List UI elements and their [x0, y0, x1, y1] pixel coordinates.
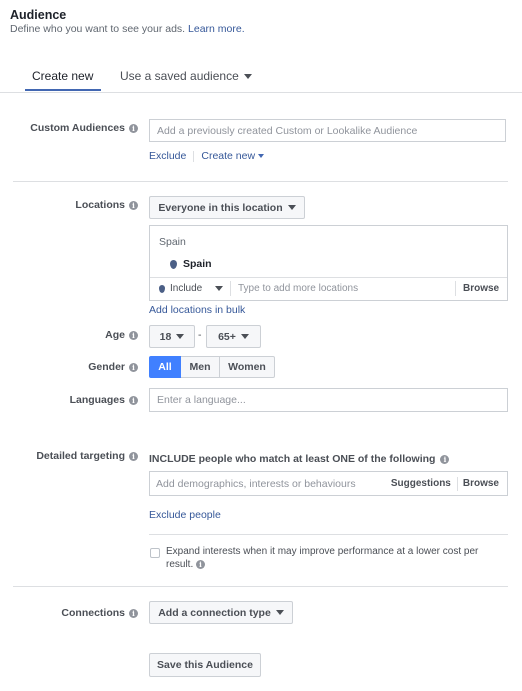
- custom-audience-placeholder: Add a previously created Custom or Looka…: [157, 124, 418, 137]
- section-title: Audience: [10, 8, 67, 22]
- location-type-dropdown[interactable]: Everyone in this location: [149, 196, 305, 219]
- age-range-dash: -: [198, 329, 202, 341]
- chevron-down-icon: [215, 286, 224, 291]
- expand-interests-checkbox[interactable]: [150, 548, 160, 558]
- info-icon[interactable]: i: [129, 608, 138, 618]
- chevron-down-icon: [176, 334, 185, 339]
- subtitle-text: Define who you want to see your ads.: [10, 23, 186, 35]
- add-locations-bulk-link[interactable]: Add locations in bulk: [149, 304, 245, 316]
- location-search-input[interactable]: Type to add more locations: [238, 283, 358, 294]
- detailed-targeting-label: Detailed targeting i: [10, 450, 138, 462]
- info-icon[interactable]: i: [440, 454, 450, 464]
- link-separator: [193, 150, 195, 162]
- exclude-people-link[interactable]: Exclude people: [149, 509, 221, 521]
- include-label: Include: [170, 283, 203, 294]
- language-placeholder: Enter a language...: [157, 394, 246, 406]
- language-input[interactable]: Enter a language...: [149, 388, 508, 412]
- targeting-browse-button[interactable]: Browse: [458, 478, 507, 489]
- tab-saved-label: Use a saved audience: [120, 69, 239, 83]
- info-icon[interactable]: i: [129, 362, 138, 372]
- info-icon[interactable]: i: [129, 123, 138, 133]
- locations-label-text: Locations: [75, 199, 125, 211]
- custom-audience-actions: Exclude Create new: [149, 150, 265, 162]
- chevron-down-icon: [275, 610, 284, 615]
- gender-all-button[interactable]: All: [149, 356, 181, 378]
- age-min-dropdown[interactable]: 18: [149, 325, 195, 348]
- detailed-targeting-placeholder: Add demographics, interests or behaviour…: [156, 477, 356, 490]
- connection-type-dropdown[interactable]: Add a connection type: [149, 601, 293, 624]
- gender-men-button[interactable]: Men: [181, 356, 220, 378]
- gender-label-text: Gender: [88, 361, 125, 373]
- age-max-dropdown[interactable]: 65+: [206, 325, 261, 348]
- chevron-down-icon: [258, 154, 265, 159]
- languages-label-text: Languages: [69, 394, 125, 406]
- selected-location[interactable]: Spain: [170, 258, 212, 270]
- age-max-value: 65+: [218, 330, 236, 343]
- location-pin-icon: [159, 284, 165, 293]
- suggestions-button[interactable]: Suggestions: [385, 478, 457, 489]
- expand-interests-label: Expand interests when it may improve per…: [166, 546, 501, 571]
- connection-type-label: Add a connection type: [158, 606, 271, 619]
- include-separator: [230, 281, 231, 296]
- connections-label-text: Connections: [61, 607, 125, 619]
- targeting-divider: [149, 534, 508, 535]
- detailed-targeting-label-text: Detailed targeting: [36, 450, 125, 462]
- expand-interests-text: Expand interests when it may improve per…: [166, 546, 479, 570]
- info-icon[interactable]: i: [129, 451, 138, 461]
- chevron-down-icon: [240, 334, 249, 339]
- include-dropdown[interactable]: Include: [159, 283, 224, 294]
- tab-saved-audience[interactable]: Use a saved audience: [120, 69, 252, 83]
- chevron-down-icon: [287, 205, 296, 210]
- section-divider: [13, 586, 508, 587]
- include-criteria-text: INCLUDE people who match at least ONE of…: [149, 453, 436, 465]
- create-new-dropdown[interactable]: Create new: [201, 150, 265, 162]
- locations-label: Locations i: [10, 199, 138, 211]
- custom-audiences-label-text: Custom Audiences: [30, 122, 125, 134]
- info-icon[interactable]: i: [129, 200, 138, 210]
- tab-divider: [0, 92, 522, 93]
- gender-women-button[interactable]: Women: [220, 356, 275, 378]
- location-group-header: Spain: [159, 236, 186, 248]
- custom-audience-input[interactable]: Add a previously created Custom or Looka…: [149, 119, 506, 142]
- chevron-down-icon: [243, 74, 252, 80]
- age-min-value: 18: [159, 330, 172, 343]
- save-audience-button[interactable]: Save this Audience: [149, 653, 261, 677]
- age-label: Age i: [10, 329, 138, 341]
- exclude-link[interactable]: Exclude: [149, 150, 186, 162]
- section-subtitle: Define who you want to see your ads. Lea…: [10, 23, 245, 35]
- languages-label: Languages i: [10, 394, 138, 406]
- custom-audiences-label: Custom Audiences i: [10, 122, 138, 134]
- info-icon[interactable]: i: [129, 330, 138, 340]
- include-criteria-heading: INCLUDE people who match at least ONE of…: [149, 453, 450, 465]
- section-divider: [13, 181, 508, 182]
- tab-create-new[interactable]: Create new: [32, 69, 93, 83]
- create-new-label: Create new: [201, 150, 256, 162]
- location-pin-icon: [170, 259, 177, 269]
- learn-more-link[interactable]: Learn more.: [188, 23, 245, 35]
- active-tab-indicator: [25, 89, 101, 91]
- location-type-label: Everyone in this location: [158, 201, 283, 214]
- gender-selector: All Men Women: [149, 356, 275, 378]
- connections-label: Connections i: [10, 607, 138, 619]
- selected-location-name: Spain: [183, 258, 212, 270]
- locations-divider: [150, 277, 507, 278]
- gender-label: Gender i: [10, 361, 138, 373]
- browse-separator: [455, 281, 456, 296]
- age-label-text: Age: [105, 329, 125, 341]
- locations-box: Spain Spain Include Type to add more loc…: [149, 225, 508, 301]
- detailed-targeting-input[interactable]: Add demographics, interests or behaviour…: [149, 471, 508, 496]
- info-icon[interactable]: i: [196, 559, 206, 569]
- location-browse-button[interactable]: Browse: [463, 283, 499, 294]
- info-icon[interactable]: i: [129, 395, 138, 405]
